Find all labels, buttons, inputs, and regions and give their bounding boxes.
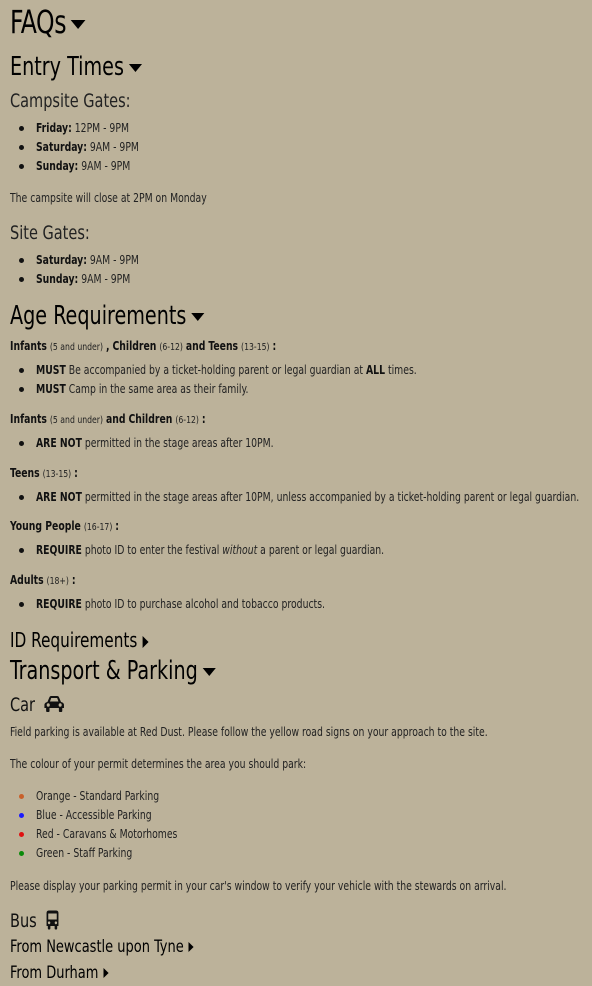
- site-gates-heading: Site Gates:: [10, 222, 104, 244]
- parking-permit-list: Orange - Standard Parking Blue - Accessi…: [10, 787, 200, 863]
- car-heading: Car: [10, 694, 75, 716]
- faqs-title: FAQs: [10, 3, 67, 41]
- caret-down-icon: [71, 19, 86, 29]
- bus-route-label: From Durham: [10, 963, 99, 983]
- age-group-heading: Infants (5 and under) and Children (6-12…: [10, 412, 206, 426]
- caret-down-icon: [191, 312, 205, 321]
- list-item: Orange - Standard Parking: [10, 787, 200, 806]
- caret-down-icon: [202, 667, 216, 676]
- list-item: Blue - Accessible Parking: [10, 806, 200, 825]
- list-item: Sunday: 9AM - 9PM: [10, 270, 156, 289]
- caret-down-icon: [128, 63, 143, 72]
- list-item: Red - Caravans & Motorhomes: [10, 825, 200, 844]
- car-title: Car: [10, 694, 36, 716]
- bus-icon: [46, 910, 59, 930]
- list-item: Saturday: 9AM - 9PM: [10, 251, 156, 270]
- age-group-list: REQUIRE photo ID to purchase alcohol and…: [10, 595, 372, 614]
- bus-heading: Bus: [10, 910, 69, 932]
- transport-parking-title: Transport & Parking: [10, 656, 198, 686]
- entry-times-heading[interactable]: Entry Times: [10, 52, 171, 82]
- car-icon: [44, 696, 64, 712]
- car-permit-info: The colour of your permit determines the…: [10, 757, 307, 771]
- list-item: Green - Staff Parking: [10, 844, 200, 863]
- list-item: MUST Camp in the same area as their fami…: [10, 380, 479, 399]
- caret-right-icon: [103, 968, 109, 978]
- id-requirements-title: ID Requirements: [10, 628, 138, 652]
- age-group-heading: Teens (13-15) :: [10, 466, 78, 480]
- age-requirements-heading[interactable]: Age Requirements: [10, 301, 247, 331]
- campsite-gates-list: Friday: 12PM - 9PM Saturday: 9AM - 9PM S…: [10, 119, 156, 176]
- caret-right-icon: [188, 942, 194, 952]
- list-item: MUST Be accompanied by a ticket-holding …: [10, 361, 479, 380]
- car-parking-info: Field parking is available at Red Dust. …: [10, 725, 488, 739]
- campsite-note: The campsite will close at 2PM on Monday: [10, 191, 207, 205]
- age-group-heading: Adults (18+) :: [10, 573, 76, 587]
- bus-route-newcastle[interactable]: From Newcastle upon Tyne: [10, 937, 226, 957]
- age-group-list: MUST Be accompanied by a ticket-holding …: [10, 361, 479, 399]
- campsite-gates-title: Campsite Gates:: [10, 90, 131, 112]
- age-group-heading: Infants (5 and under) , Children (6-12) …: [10, 339, 277, 353]
- age-requirements-title: Age Requirements: [10, 301, 187, 331]
- age-group-heading: Young People (16-17) :: [10, 519, 120, 533]
- bus-route-label: From Newcastle upon Tyne: [10, 937, 184, 957]
- id-requirements-heading[interactable]: ID Requirements: [10, 628, 173, 652]
- age-group-list: REQUIRE photo ID to enter the festival w…: [10, 541, 441, 560]
- list-item: REQUIRE photo ID to enter the festival w…: [10, 541, 441, 560]
- campsite-gates-heading: Campsite Gates:: [10, 90, 152, 112]
- age-group-list: ARE NOT permitted in the stage areas aft…: [10, 434, 312, 453]
- bus-title: Bus: [10, 910, 37, 932]
- transport-parking-heading[interactable]: Transport & Parking: [10, 656, 261, 686]
- list-item: Saturday: 9AM - 9PM: [10, 138, 156, 157]
- entry-times-title: Entry Times: [10, 52, 124, 82]
- bus-route-durham[interactable]: From Durham: [10, 963, 126, 983]
- site-gates-title: Site Gates:: [10, 222, 90, 244]
- list-item: REQUIRE photo ID to purchase alcohol and…: [10, 595, 372, 614]
- faqs-heading[interactable]: FAQs: [10, 0, 102, 46]
- age-group-list: ARE NOT permitted in the stage areas aft…: [10, 488, 592, 507]
- site-gates-list: Saturday: 9AM - 9PM Sunday: 9AM - 9PM: [10, 251, 156, 289]
- list-item: ARE NOT permitted in the stage areas aft…: [10, 488, 592, 507]
- list-item: ARE NOT permitted in the stage areas aft…: [10, 434, 312, 453]
- caret-right-icon: [142, 635, 149, 648]
- permit-display-info: Please display your parking permit in yo…: [10, 879, 507, 893]
- list-item: Sunday: 9AM - 9PM: [10, 157, 156, 176]
- list-item: Friday: 12PM - 9PM: [10, 119, 156, 138]
